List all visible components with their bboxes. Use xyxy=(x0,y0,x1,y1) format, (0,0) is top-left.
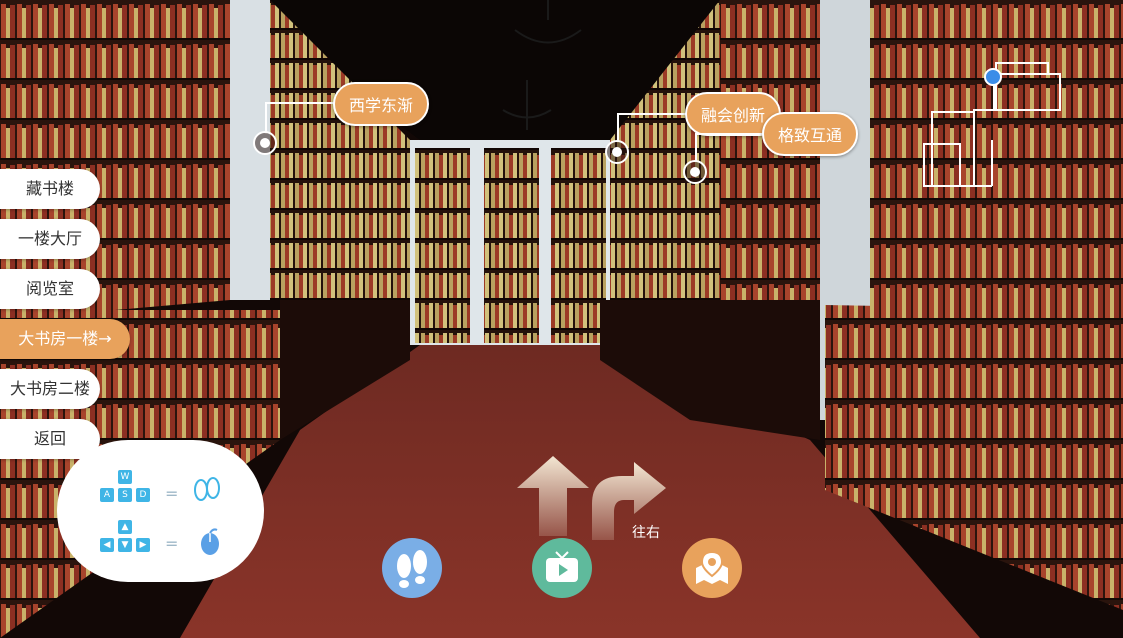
key-down: ▼ xyxy=(118,538,132,552)
map-pin-icon xyxy=(696,550,728,584)
hotspot-label-gezhi[interactable]: 格致互通 xyxy=(762,112,859,156)
key-s: S xyxy=(118,488,132,502)
walk-mode-button[interactable] xyxy=(382,538,442,598)
tv-play-icon xyxy=(546,551,578,582)
equals-sign: = xyxy=(165,534,179,553)
key-up: ▲ xyxy=(118,520,132,534)
footprints-icon xyxy=(194,477,220,501)
video-button[interactable] xyxy=(532,538,592,598)
footprints-icon xyxy=(397,550,427,588)
hotspot-marker-xixue[interactable] xyxy=(253,131,277,155)
nav-item-yilou-dating[interactable]: 一楼大厅 xyxy=(0,219,100,259)
turn-right-label[interactable]: 往右 xyxy=(632,522,660,542)
hotspot-marker-gezhi[interactable] xyxy=(683,160,707,184)
nav-item-dashufang-erlou[interactable]: 大书房二楼 xyxy=(0,369,100,409)
key-right: ▶ xyxy=(136,538,150,552)
nav-item-cangshulou[interactable]: 藏书楼 xyxy=(0,169,100,209)
controls-hint-panel: W A S D = ▲ ◀ ▼ ▶ = xyxy=(57,440,264,582)
hotspot-label-xixue[interactable]: 西学东渐 xyxy=(333,82,430,126)
key-d: D xyxy=(136,488,150,502)
key-w: W xyxy=(118,470,132,484)
nav-item-dashufang-yilou[interactable]: 大书房一楼→ xyxy=(0,319,130,359)
key-a: A xyxy=(100,488,114,502)
minimap-position-dot xyxy=(984,68,1002,86)
mouse-icon xyxy=(201,528,219,555)
map-button[interactable] xyxy=(682,538,742,598)
forward-arrow-icon[interactable] xyxy=(517,456,589,536)
minimap[interactable] xyxy=(920,60,1065,190)
key-left: ◀ xyxy=(100,538,114,552)
hotspot-marker-ronghui[interactable] xyxy=(605,140,629,164)
nav-item-yuelanshi[interactable]: 阅览室 xyxy=(0,269,100,309)
equals-sign: = xyxy=(165,484,179,503)
